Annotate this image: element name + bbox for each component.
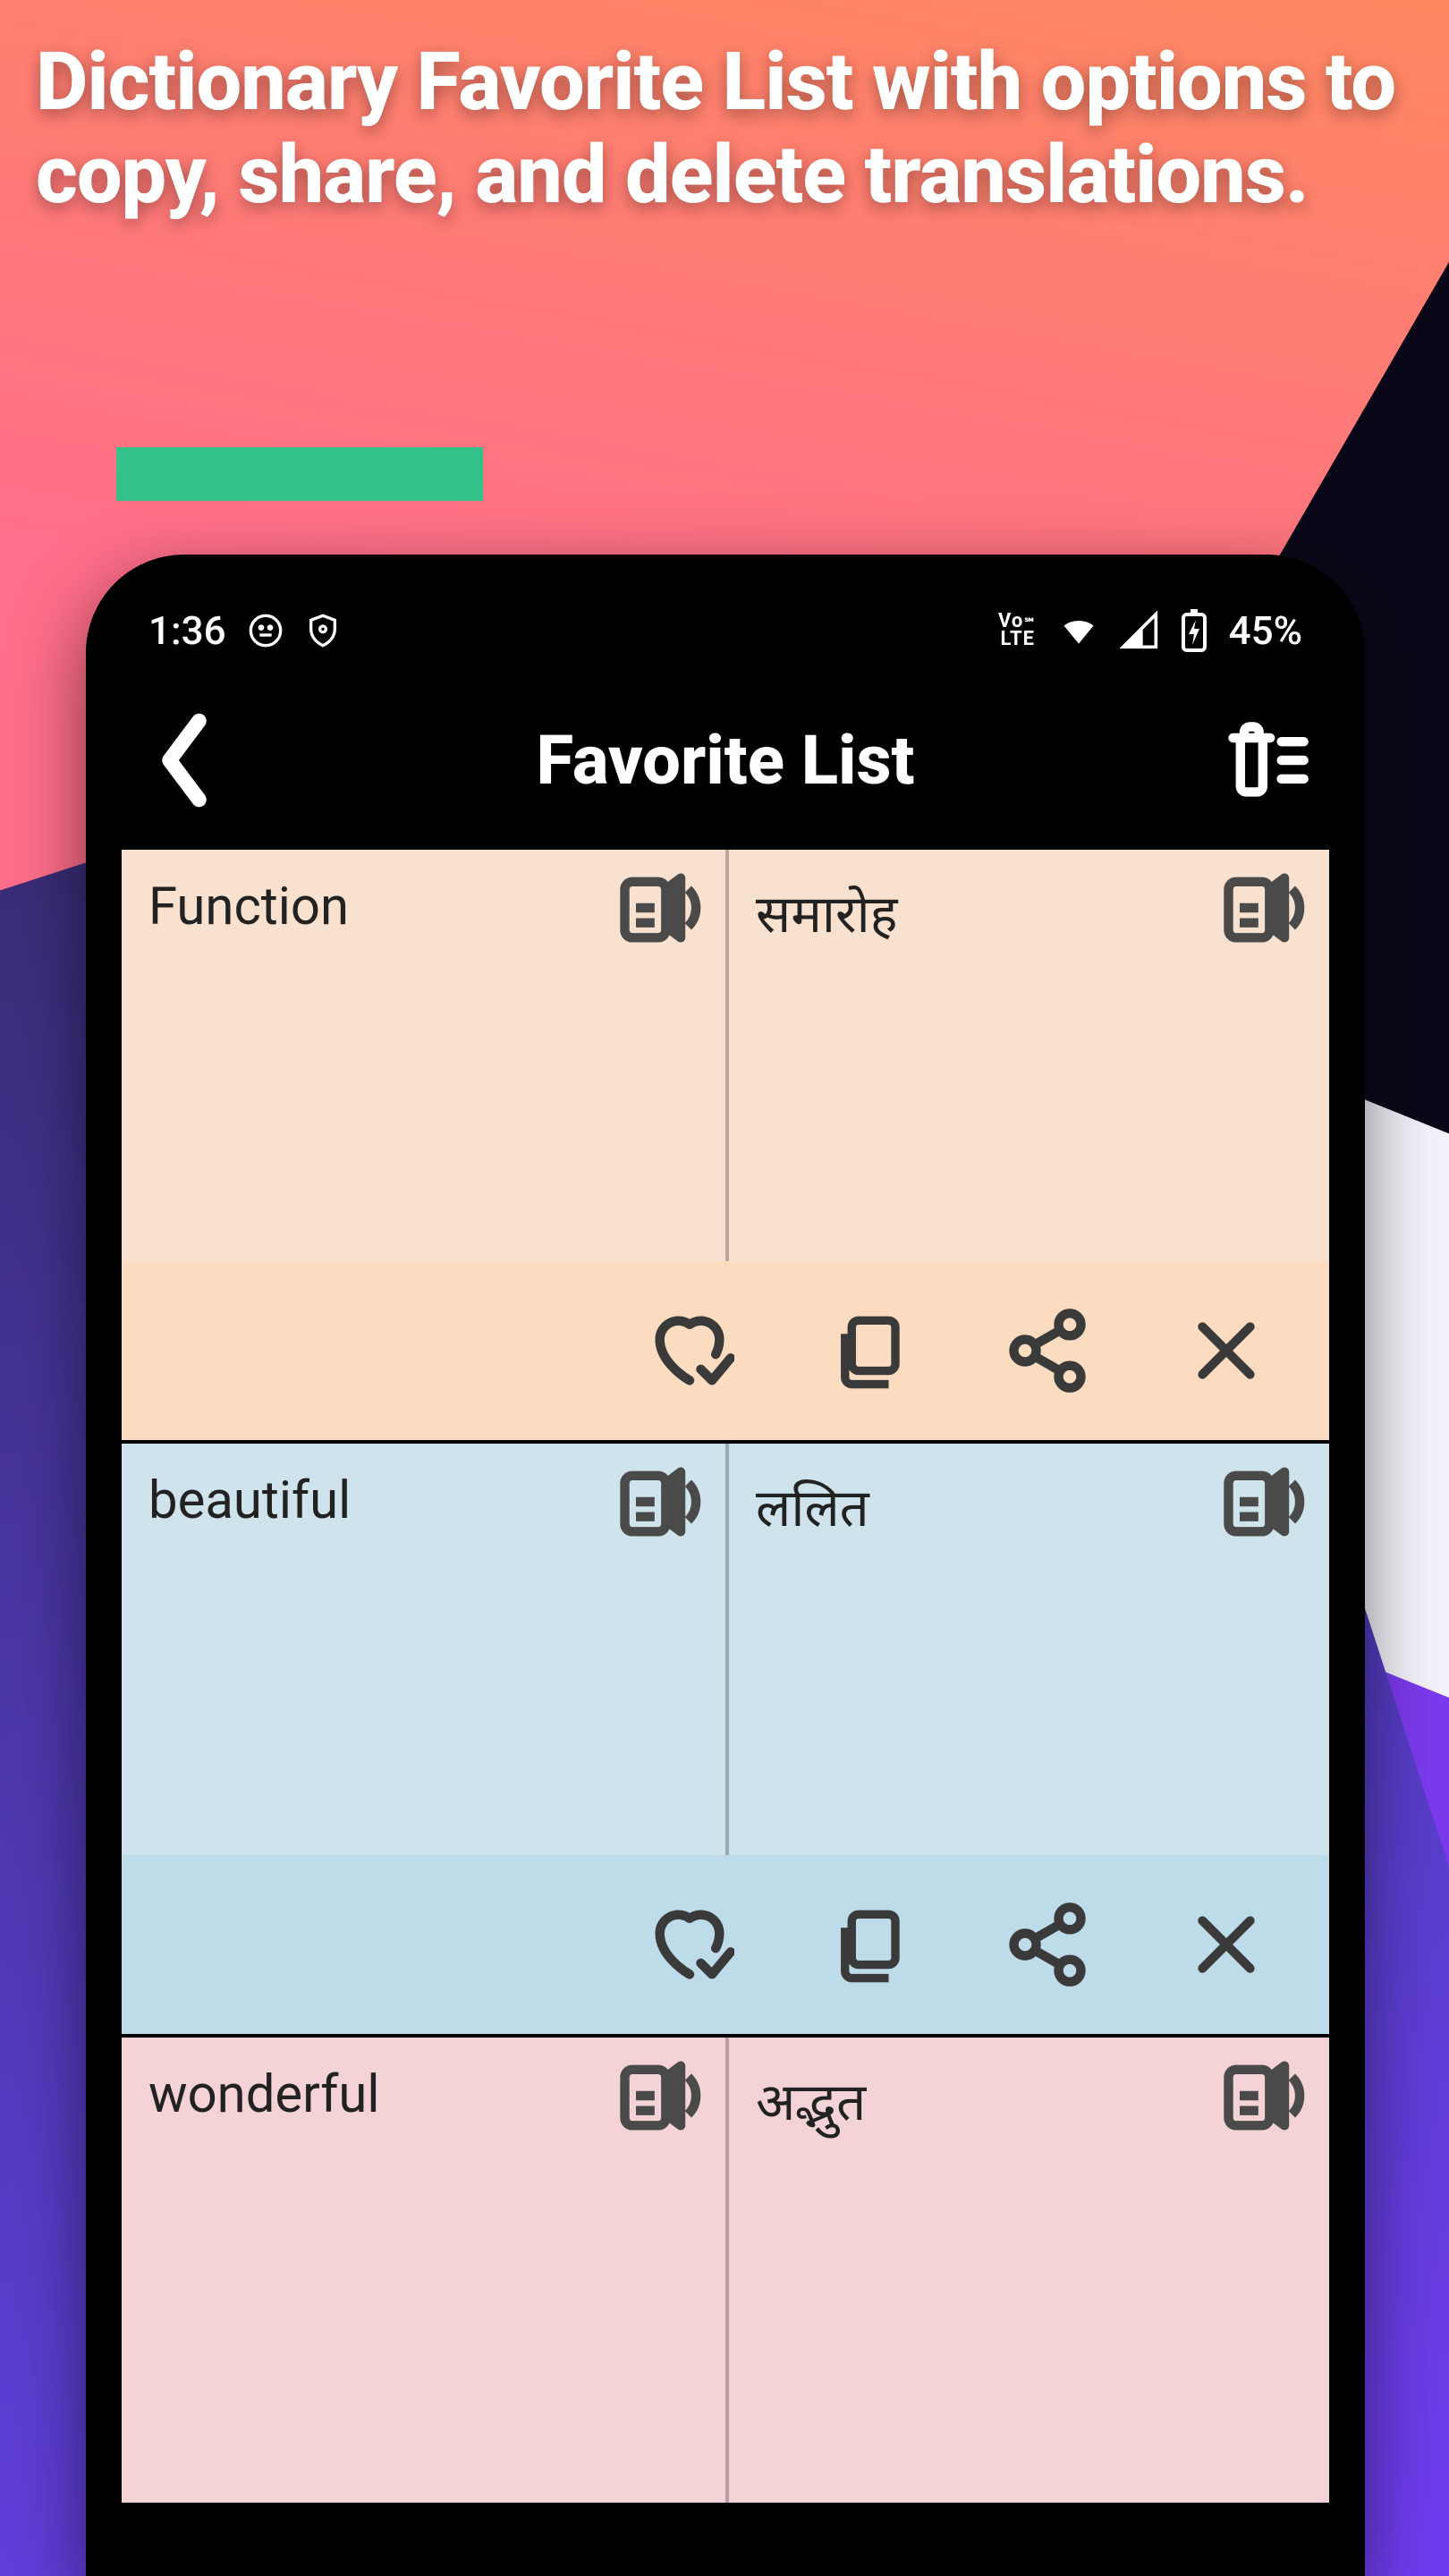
trash-list-icon bbox=[1222, 716, 1311, 805]
speak-target-button[interactable] bbox=[1213, 859, 1311, 957]
phone-frame: 1:36 Vo℠LTE 45% Favorite Li bbox=[86, 555, 1365, 2576]
speak-icon bbox=[614, 863, 703, 953]
source-text: beautiful bbox=[148, 1470, 351, 1531]
delete-button[interactable] bbox=[1177, 1895, 1275, 1994]
source-cell: wonderful bbox=[122, 2038, 725, 2503]
source-cell: beautiful bbox=[122, 1444, 725, 1855]
copy-icon bbox=[828, 1904, 909, 1985]
close-icon bbox=[1191, 1909, 1262, 1980]
speak-source-button[interactable] bbox=[609, 2046, 708, 2145]
target-cell: ललित bbox=[725, 1444, 1329, 1855]
promo-headline: Dictionary Favorite List with options to… bbox=[36, 36, 1413, 221]
favorite-button[interactable] bbox=[640, 1895, 739, 1994]
favorite-button[interactable] bbox=[640, 1301, 739, 1400]
favorites-list: Function समारोह bbox=[122, 850, 1329, 2506]
source-text: wonderful bbox=[148, 2064, 379, 2125]
speak-source-button[interactable] bbox=[609, 1453, 708, 1551]
copy-button[interactable] bbox=[819, 1895, 918, 1994]
close-icon bbox=[1191, 1315, 1262, 1386]
speak-icon bbox=[614, 1457, 703, 1546]
favorite-card: beautiful ललित bbox=[122, 1444, 1329, 2038]
status-battery-icon bbox=[1181, 609, 1208, 652]
status-shield-icon bbox=[305, 613, 341, 648]
status-lte-icon: Vo℠LTE bbox=[998, 613, 1038, 648]
status-wifi-icon bbox=[1059, 611, 1098, 650]
target-cell: समारोह bbox=[725, 850, 1329, 1261]
status-bar: 1:36 Vo℠LTE 45% bbox=[122, 590, 1329, 671]
speak-icon bbox=[1217, 1457, 1307, 1546]
share-button[interactable] bbox=[998, 1301, 1097, 1400]
source-text: Function bbox=[148, 877, 349, 937]
target-cell: अद्भुत bbox=[725, 2038, 1329, 2503]
speak-icon bbox=[1217, 863, 1307, 953]
copy-button[interactable] bbox=[819, 1301, 918, 1400]
target-text: अद्भुत bbox=[756, 2072, 866, 2133]
status-time: 1:36 bbox=[148, 607, 226, 654]
target-text: ललित bbox=[756, 1479, 869, 1539]
target-text: समारोह bbox=[756, 885, 897, 945]
card-actions bbox=[122, 1261, 1329, 1440]
heart-check-icon bbox=[645, 1306, 734, 1395]
status-face-icon bbox=[248, 613, 284, 648]
delete-button[interactable] bbox=[1177, 1301, 1275, 1400]
speak-target-button[interactable] bbox=[1213, 2046, 1311, 2145]
chevron-left-icon bbox=[153, 711, 216, 809]
heart-check-icon bbox=[645, 1900, 734, 1989]
share-icon bbox=[1003, 1306, 1092, 1395]
favorite-card: Function समारोह bbox=[122, 850, 1329, 1444]
page-title: Favorite List bbox=[536, 720, 914, 801]
copy-icon bbox=[828, 1310, 909, 1391]
speak-source-button[interactable] bbox=[609, 859, 708, 957]
back-button[interactable] bbox=[140, 716, 229, 805]
source-cell: Function bbox=[122, 850, 725, 1261]
speak-icon bbox=[614, 2051, 703, 2140]
share-icon bbox=[1003, 1900, 1092, 1989]
speak-icon bbox=[1217, 2051, 1307, 2140]
app-bar: Favorite List bbox=[122, 671, 1329, 850]
favorite-card: wonderful अद्भुत bbox=[122, 2038, 1329, 2506]
status-battery-pct: 45% bbox=[1229, 607, 1302, 654]
speak-target-button[interactable] bbox=[1213, 1453, 1311, 1551]
clear-all-button[interactable] bbox=[1222, 716, 1311, 805]
promo-accent-bar bbox=[116, 447, 483, 501]
card-actions bbox=[122, 1855, 1329, 2034]
share-button[interactable] bbox=[998, 1895, 1097, 1994]
status-signal-icon bbox=[1120, 611, 1159, 650]
